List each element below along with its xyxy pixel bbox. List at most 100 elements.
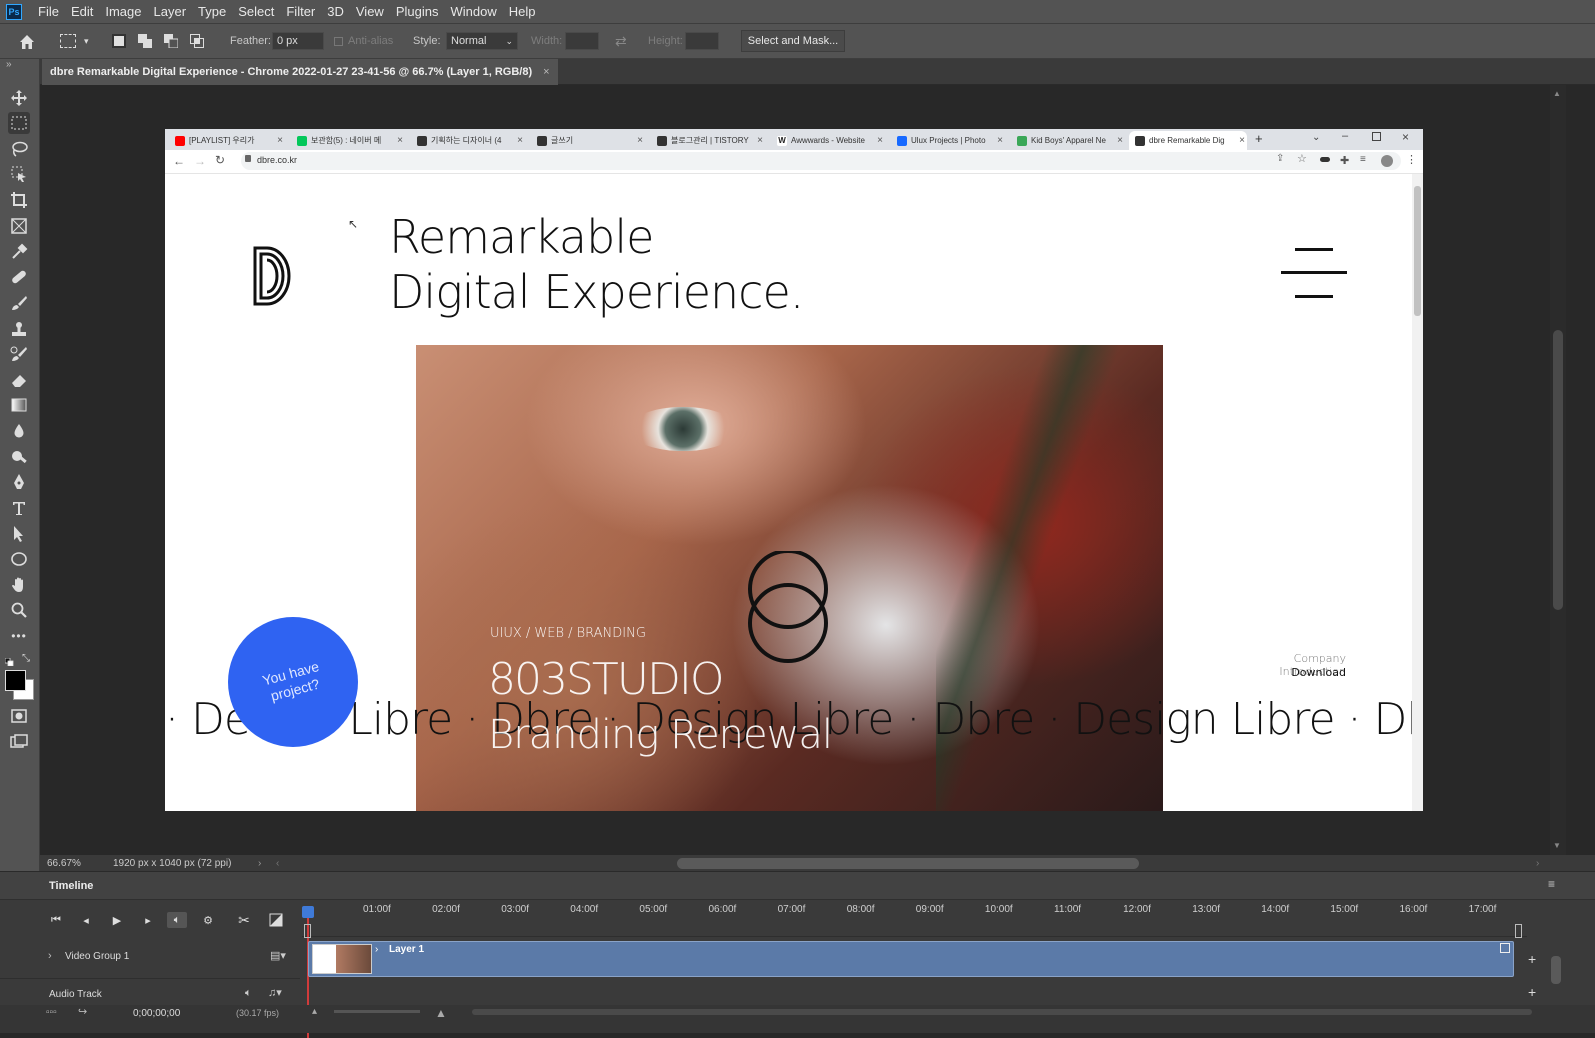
swap-colors-icon[interactable]: ⤡ xyxy=(22,653,30,664)
healing-brush-tool-icon[interactable] xyxy=(8,266,30,288)
horizontal-scrollbar-thumb[interactable] xyxy=(677,858,1139,869)
menu-view[interactable]: View xyxy=(350,0,390,23)
zoom-tool-icon[interactable] xyxy=(8,599,30,621)
blur-tool-icon[interactable] xyxy=(8,420,30,442)
download-link[interactable]: Download xyxy=(1225,666,1346,679)
reload-icon[interactable]: ↻ xyxy=(215,153,225,167)
clone-stamp-tool-icon[interactable] xyxy=(8,318,30,340)
chevron-right-icon[interactable]: › xyxy=(48,950,52,962)
chevron-right-icon[interactable]: › xyxy=(258,855,261,872)
antialias-checkbox[interactable] xyxy=(334,37,343,46)
audio-toggle-icon[interactable]: 🔈︎ xyxy=(167,912,187,928)
intersect-selection-icon[interactable] xyxy=(190,34,204,48)
add-audio-icon[interactable]: + xyxy=(1528,984,1536,1000)
browser-tab[interactable]: W Awwwards - Website × xyxy=(777,131,885,150)
frame-tool-icon[interactable] xyxy=(8,215,30,237)
transition-icon[interactable] xyxy=(268,912,284,928)
music-note-icon[interactable]: ♫▾ xyxy=(268,986,282,999)
menu-window[interactable]: Window xyxy=(444,0,502,23)
browser-tab[interactable]: [PLAYLIST] 우리가 × xyxy=(175,131,285,150)
scroll-up-icon[interactable]: ▲ xyxy=(1553,89,1561,98)
close-icon[interactable]: × xyxy=(543,66,549,78)
url-field[interactable]: dbre.co.kr ⇪ ☆ xyxy=(241,152,1401,170)
menu-file[interactable]: File xyxy=(32,0,65,23)
dodge-tool-icon[interactable] xyxy=(8,446,30,468)
zoom-out-icon[interactable]: ▴ xyxy=(312,1006,317,1017)
type-tool-icon[interactable] xyxy=(8,497,30,519)
browser-tab[interactable]: Kid Boys' Apparel Ne × xyxy=(1017,131,1125,150)
timeline-title[interactable]: Timeline xyxy=(49,880,93,892)
timeline-zoom-slider[interactable] xyxy=(334,1010,420,1013)
canvas-vertical-scrollbar[interactable]: ▲ ▼ xyxy=(1550,85,1566,855)
history-brush-tool-icon[interactable] xyxy=(8,343,30,365)
menu-filter[interactable]: Filter xyxy=(280,0,321,23)
project-inquiry-button[interactable]: You have project? xyxy=(228,617,358,747)
brush-tool-icon[interactable] xyxy=(8,292,30,314)
play-icon[interactable]: ▶ xyxy=(109,912,125,928)
tab-search-icon[interactable]: ⌄ xyxy=(1312,132,1320,143)
restore-icon[interactable] xyxy=(1372,132,1381,141)
screen-mode-icon[interactable] xyxy=(8,731,30,753)
add-media-icon[interactable]: + xyxy=(1528,951,1536,967)
zoom-in-icon[interactable]: ▲ xyxy=(435,1006,447,1020)
project-subtitle[interactable]: Branding Renewal xyxy=(488,712,833,758)
move-tool-icon[interactable] xyxy=(8,87,30,109)
extension-icon[interactable] xyxy=(1320,157,1330,162)
dbre-logo-icon[interactable] xyxy=(253,244,293,308)
browser-tab[interactable]: Ulux Projects | Photo × xyxy=(897,131,1005,150)
minimize-icon[interactable]: – xyxy=(1342,130,1348,142)
star-icon[interactable]: ☆ xyxy=(1297,152,1307,165)
forward-icon[interactable]: → xyxy=(194,154,206,168)
page-scrollbar[interactable] xyxy=(1412,174,1423,811)
menu-select[interactable]: Select xyxy=(232,0,280,23)
render-video-icon[interactable]: ↪ xyxy=(78,1005,87,1018)
previous-frame-icon[interactable]: ◂ xyxy=(78,912,94,928)
panel-menu-icon[interactable]: ≡ xyxy=(1548,877,1555,891)
default-colors-icon[interactable] xyxy=(4,655,14,667)
scroll-down-icon[interactable]: ▼ xyxy=(1553,841,1561,850)
work-area-end-handle[interactable] xyxy=(1515,924,1522,938)
go-to-first-frame-icon[interactable]: ⏮ xyxy=(48,912,64,928)
menu-edit[interactable]: Edit xyxy=(65,0,99,23)
menu-help[interactable]: Help xyxy=(503,0,542,23)
crop-tool-icon[interactable] xyxy=(8,189,30,211)
hand-tool-icon[interactable] xyxy=(8,574,30,596)
browser-tab[interactable]: 블로그관리 | TISTORY × xyxy=(657,131,765,150)
more-tools-icon[interactable]: ••• xyxy=(8,625,30,647)
hamburger-menu-icon[interactable] xyxy=(1281,246,1347,300)
scrollbar-thumb[interactable] xyxy=(1414,186,1421,316)
marquee-preset-icon[interactable] xyxy=(60,34,76,48)
subtract-selection-icon[interactable] xyxy=(164,34,179,49)
chevron-down-icon[interactable]: ▾ xyxy=(84,36,89,47)
menu-image[interactable]: Image xyxy=(99,0,147,23)
home-icon[interactable] xyxy=(18,33,36,51)
new-selection-icon[interactable] xyxy=(112,34,126,48)
work-area-start-handle[interactable] xyxy=(304,924,311,938)
select-and-mask-button[interactable]: Select and Mask... xyxy=(741,30,845,52)
playhead-icon[interactable] xyxy=(302,906,314,918)
close-icon[interactable]: × xyxy=(517,131,523,150)
close-icon[interactable]: × xyxy=(637,131,643,150)
object-selection-tool-icon[interactable] xyxy=(8,163,30,185)
video-group-name[interactable]: Video Group 1 xyxy=(65,951,129,962)
feather-input[interactable]: 0 px xyxy=(272,32,324,50)
menu-plugins[interactable]: Plugins xyxy=(390,0,445,23)
timeline-vertical-scrollbar[interactable] xyxy=(1551,946,1561,996)
playback-settings-icon[interactable]: ⚙︎ xyxy=(200,912,216,928)
browser-tab[interactable]: 글쓰기 × xyxy=(537,131,645,150)
close-window-icon[interactable]: × xyxy=(1402,130,1409,144)
chevron-right-icon[interactable]: › xyxy=(1536,855,1539,872)
film-strip-icon[interactable]: ▤▾ xyxy=(270,949,286,962)
scrollbar-thumb[interactable] xyxy=(1553,330,1563,610)
clip-end-marker-icon[interactable] xyxy=(1500,943,1510,953)
chevron-right-icon[interactable]: › xyxy=(375,944,378,955)
browser-tab[interactable]: 보관함(5) : 네이버 메 × xyxy=(297,131,405,150)
avatar[interactable] xyxy=(1381,155,1393,167)
next-frame-icon[interactable]: ▸ xyxy=(140,912,156,928)
speaker-icon[interactable]: 🔈︎ xyxy=(245,987,252,1000)
new-tab-button[interactable]: + xyxy=(1255,131,1263,146)
lasso-tool-icon[interactable] xyxy=(8,138,30,160)
puzzle-icon[interactable]: ✚ xyxy=(1340,154,1349,167)
menu-layer[interactable]: Layer xyxy=(148,0,193,23)
project-studio-title[interactable]: 803STUDIO xyxy=(488,654,724,705)
